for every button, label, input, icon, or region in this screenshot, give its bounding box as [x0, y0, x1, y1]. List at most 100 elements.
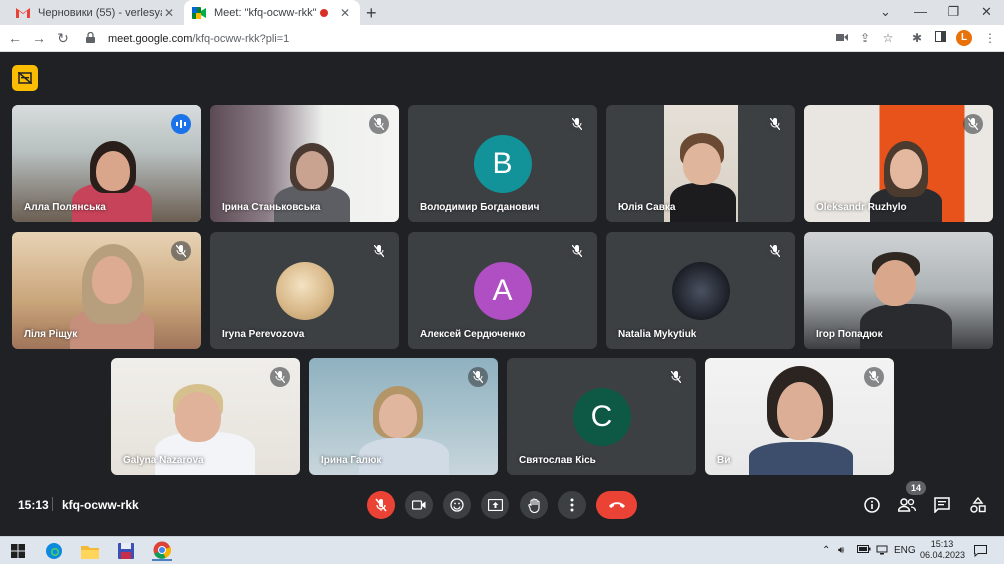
activities-icon[interactable] [968, 495, 988, 515]
new-tab-button[interactable]: + [366, 3, 377, 24]
lock-icon [86, 31, 100, 45]
meeting-details-icon[interactable] [862, 495, 882, 515]
tab-gmail[interactable]: Черновики (55) - verlesya@gmail ✕ [8, 0, 184, 25]
save-app-icon[interactable] [116, 541, 136, 561]
file-explorer-icon[interactable] [80, 541, 100, 561]
tab-search-icon[interactable]: ⌄ [868, 0, 903, 25]
people-icon[interactable] [897, 495, 917, 515]
mic-off-icon [567, 241, 587, 261]
mic-off-icon [765, 241, 785, 261]
bookmark-star-icon[interactable]: ☆ [880, 30, 896, 46]
participant-tile[interactable]: Алла Полянська [12, 105, 201, 222]
raise-hand-button[interactable] [520, 491, 548, 519]
chat-icon[interactable] [932, 495, 952, 515]
more-options-button[interactable] [558, 491, 586, 519]
participant-tile[interactable]: Ви [705, 358, 894, 475]
participant-tile[interactable]: Юлія Савка [606, 105, 795, 222]
participant-tile[interactable]: Oleksandr Ruzhylo [804, 105, 993, 222]
participant-avatar-photo [275, 262, 334, 320]
back-icon[interactable]: ← [6, 29, 24, 47]
participant-name: Святослав Кісь [519, 455, 596, 466]
tab-title: Черновики (55) - verlesya@gmail [38, 6, 162, 19]
participant-name: Ліля Ріщук [24, 329, 78, 340]
mic-off-icon [468, 367, 488, 387]
close-window-button[interactable]: ✕ [969, 0, 1004, 25]
side-panel-icon[interactable] [932, 30, 948, 46]
speaking-indicator-icon [171, 114, 191, 134]
participant-tile[interactable]: В Володимир Богданович [408, 105, 597, 222]
url-host: meet.google.com [108, 32, 193, 45]
people-count-badge: 14 [906, 481, 926, 495]
participant-name: Galyna Nazarova [123, 455, 204, 466]
chrome-browser-icon[interactable] [152, 541, 172, 561]
battery-icon[interactable] [857, 545, 871, 556]
participant-name: Юлія Савка [618, 202, 676, 213]
close-tab-icon[interactable]: ✕ [162, 6, 176, 20]
mic-off-icon [567, 114, 587, 134]
network-icon[interactable] [876, 545, 888, 558]
tray-overflow-icon[interactable]: ⌃ [822, 545, 830, 556]
edge-browser-icon[interactable] [44, 541, 64, 561]
close-tab-icon[interactable]: ✕ [338, 6, 352, 20]
participant-tile[interactable]: Ірина Галюк [309, 358, 498, 475]
participant-tile[interactable]: А Алексей Сердюченко [408, 232, 597, 349]
present-screen-button[interactable] [481, 491, 509, 519]
system-date: 06.04.2023 [920, 550, 966, 560]
participant-name: Natalia Mykytiuk [618, 329, 697, 340]
extensions-icon[interactable]: ✱ [909, 30, 925, 46]
mic-off-icon [369, 114, 389, 134]
tab-meet[interactable]: Meet: "kfq-ocww-rkk" ✕ [184, 0, 360, 25]
participant-tile[interactable]: Natalia Mykytiuk [606, 232, 795, 349]
participant-name: Ірина Станьковська [222, 202, 321, 213]
windows-start-icon[interactable] [8, 541, 28, 561]
restore-button[interactable]: ❐ [936, 0, 971, 25]
notifications-icon[interactable] [974, 545, 987, 560]
participant-avatar: С [572, 388, 631, 446]
participant-name: Ірина Галюк [321, 455, 382, 466]
participant-tile[interactable]: Ігор Попадюк [804, 232, 993, 349]
participant-name: Iryna Perevozova [222, 329, 305, 340]
camera-toggle-button[interactable] [405, 491, 433, 519]
mic-off-icon [666, 367, 686, 387]
address-toolbar: ← → ↻ meet.google.com/kfq-ocww-rkk?pli=1… [0, 25, 1004, 52]
participant-name: Oleksandr Ruzhylo [816, 202, 907, 213]
mic-off-icon [765, 114, 785, 134]
url-field[interactable]: meet.google.com/kfq-ocww-rkk?pli=1 [80, 28, 900, 49]
url-path: /kfq-ocww-rkk?pli=1 [192, 32, 290, 45]
profile-avatar[interactable]: L [956, 30, 972, 46]
reload-icon[interactable]: ↻ [54, 29, 72, 47]
participant-name: Ви [717, 455, 731, 466]
minimize-button[interactable]: — [903, 0, 938, 25]
meet-icon [192, 6, 206, 20]
input-language[interactable]: ENG [894, 545, 916, 556]
participant-tile[interactable]: Galyna Nazarova [111, 358, 300, 475]
volume-icon[interactable]: 🔊︎ [838, 545, 844, 556]
participant-tile[interactable]: Ліля Ріщук [12, 232, 201, 349]
tab-title: Meet: "kfq-ocww-rkk" [214, 6, 317, 19]
microphone-toggle-button[interactable] [367, 491, 395, 519]
emoji-reaction-button[interactable] [443, 491, 471, 519]
participant-tile[interactable]: Ірина Станьковська [210, 105, 399, 222]
system-clock[interactable]: 15:13 06.04.2023 [920, 539, 966, 561]
participant-name: Алексей Сердюченко [420, 329, 526, 340]
camera-permission-icon[interactable] [834, 30, 850, 46]
forward-icon[interactable]: → [30, 29, 48, 47]
mic-off-icon [369, 241, 389, 261]
share-icon[interactable]: ⇪ [857, 30, 873, 46]
meeting-time: 15:13 [18, 498, 49, 512]
participant-tile[interactable]: Iryna Perevozova [210, 232, 399, 349]
participant-avatar: В [473, 135, 532, 193]
participant-name: Володимир Богданович [420, 202, 540, 213]
system-time: 15:13 [930, 539, 954, 549]
captions-off-icon[interactable] [12, 65, 38, 91]
participant-tile[interactable]: С Святослав Кісь [507, 358, 696, 475]
leave-call-button[interactable] [596, 491, 637, 519]
browser-tab-strip: Черновики (55) - verlesya@gmail ✕ Meet: … [0, 0, 1004, 25]
divider [52, 497, 53, 511]
mic-off-icon [171, 241, 191, 261]
meeting-code: kfq-ocww-rkk [62, 498, 139, 512]
participant-avatar-photo [671, 262, 730, 320]
kebab-menu-icon[interactable]: ⋮ [982, 30, 998, 46]
recording-indicator-icon [320, 8, 328, 17]
windows-taskbar: ⌃ 🔊︎ ENG 15:13 06.04.2023 [0, 536, 1004, 564]
